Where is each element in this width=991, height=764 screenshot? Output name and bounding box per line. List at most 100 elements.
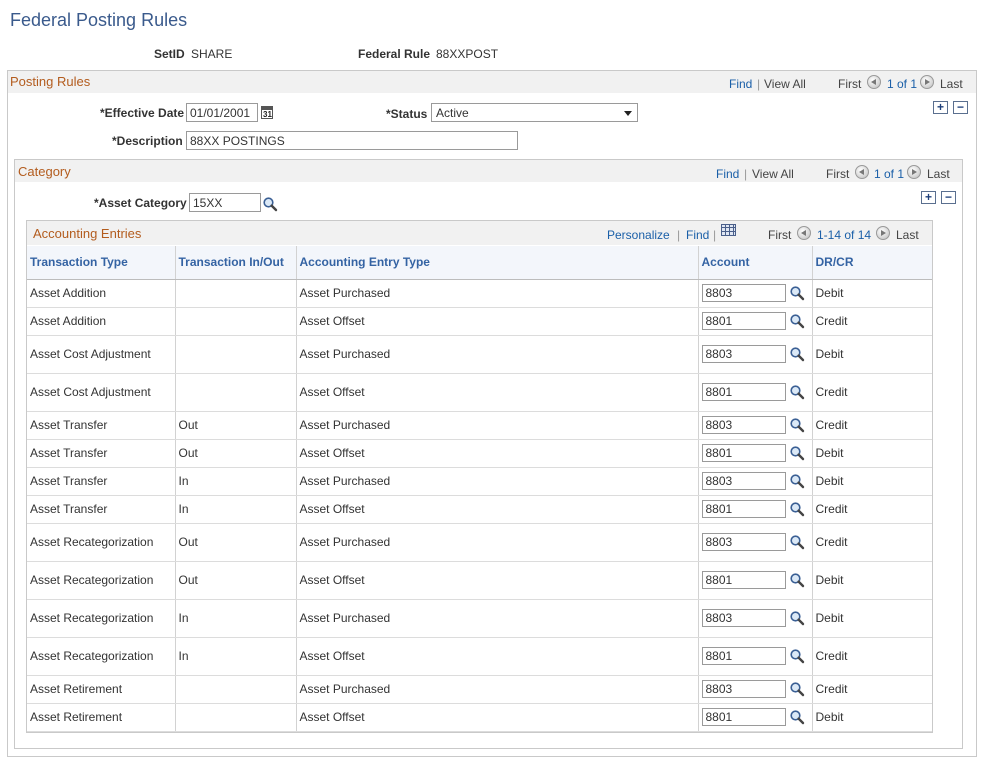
posting-rules-range: 1 of 1 bbox=[887, 77, 918, 91]
account-input[interactable] bbox=[701, 500, 786, 518]
transaction-in-out-cell: In bbox=[174, 637, 296, 676]
dr-cr-cell: Credit bbox=[811, 523, 932, 562]
account-cell bbox=[697, 307, 812, 336]
account-input[interactable] bbox=[701, 571, 786, 589]
dr-cr-cell: Credit bbox=[811, 373, 932, 412]
transaction-in-out-cell: In bbox=[174, 599, 296, 638]
accounting-entry-type-cell: Asset Offset bbox=[295, 495, 698, 524]
magnifier-icon[interactable] bbox=[789, 648, 805, 664]
magnifier-icon[interactable] bbox=[789, 681, 805, 697]
magnifier-icon[interactable] bbox=[789, 346, 805, 362]
column-header-dr-cr[interactable]: DR/CR bbox=[811, 246, 932, 280]
account-input[interactable] bbox=[701, 647, 786, 665]
column-header-account[interactable]: Account bbox=[697, 246, 812, 280]
transaction-type-cell: Asset Transfer bbox=[27, 495, 175, 524]
account-input[interactable] bbox=[701, 533, 786, 551]
accounting-entry-type-cell: Asset Purchased bbox=[295, 599, 698, 638]
account-cell bbox=[697, 279, 812, 308]
dr-cr-cell: Debit bbox=[811, 561, 932, 600]
magnifier-icon[interactable] bbox=[789, 501, 805, 517]
previous-arrow-icon[interactable] bbox=[867, 75, 881, 89]
account-input[interactable] bbox=[701, 609, 786, 627]
accounting-entry-type-cell: Asset Offset bbox=[295, 561, 698, 600]
account-input[interactable] bbox=[701, 312, 786, 330]
status-label: *Status bbox=[386, 107, 428, 121]
remove-row-button[interactable]: − bbox=[953, 101, 968, 114]
dr-cr-cell: Debit bbox=[811, 335, 932, 374]
accounting-entry-type-cell: Asset Purchased bbox=[295, 675, 698, 704]
asset-category-label: *Asset Category bbox=[94, 196, 187, 210]
status-select[interactable]: Active bbox=[431, 103, 638, 122]
description-label: *Description bbox=[112, 134, 183, 148]
accounting-entries-first-label: First bbox=[768, 228, 792, 242]
magnifier-icon[interactable] bbox=[789, 313, 805, 329]
transaction-in-out-cell: Out bbox=[174, 561, 296, 600]
add-category-button[interactable]: + bbox=[921, 191, 936, 204]
accounting-entry-type-cell: Asset Purchased bbox=[295, 411, 698, 440]
account-cell bbox=[697, 637, 812, 676]
column-header-transaction-type[interactable]: Transaction Type bbox=[27, 246, 175, 280]
asset-category-input[interactable] bbox=[189, 193, 261, 212]
next-arrow-icon[interactable] bbox=[920, 75, 934, 89]
table-row: Asset Retirement Asset Offset Debit bbox=[27, 703, 932, 732]
transaction-in-out-cell bbox=[174, 335, 296, 374]
magnifier-icon[interactable] bbox=[789, 610, 805, 626]
category-first-label: First bbox=[826, 167, 850, 181]
calendar-icon[interactable]: 31 bbox=[261, 106, 273, 119]
account-input[interactable] bbox=[701, 444, 786, 462]
add-row-button[interactable]: + bbox=[933, 101, 948, 114]
account-input[interactable] bbox=[701, 416, 786, 434]
transaction-type-cell: Asset Retirement bbox=[27, 703, 175, 732]
column-header-accounting-entry-type[interactable]: Accounting Entry Type bbox=[295, 246, 698, 280]
accounting-entries-title: Accounting Entries bbox=[33, 226, 142, 241]
magnifier-icon[interactable] bbox=[262, 196, 278, 212]
magnifier-icon[interactable] bbox=[789, 572, 805, 588]
previous-arrow-icon[interactable] bbox=[855, 165, 869, 179]
column-header-transaction-in-out[interactable]: Transaction In/Out bbox=[174, 246, 296, 280]
personalize-link[interactable]: Personalize bbox=[607, 228, 670, 242]
transaction-type-cell: Asset Retirement bbox=[27, 675, 175, 704]
magnifier-icon[interactable] bbox=[789, 445, 805, 461]
magnifier-icon[interactable] bbox=[789, 417, 805, 433]
transaction-type-cell: Asset Transfer bbox=[27, 411, 175, 440]
federal-rule-label: Federal Rule bbox=[358, 47, 431, 61]
account-input[interactable] bbox=[701, 284, 786, 302]
remove-category-button[interactable]: − bbox=[941, 191, 956, 204]
account-input[interactable] bbox=[701, 680, 786, 698]
magnifier-icon[interactable] bbox=[789, 709, 805, 725]
account-input[interactable] bbox=[701, 345, 786, 363]
account-cell bbox=[697, 703, 812, 732]
magnifier-icon[interactable] bbox=[789, 473, 805, 489]
account-cell bbox=[697, 599, 812, 638]
grid-icon[interactable] bbox=[721, 224, 736, 236]
accounting-entries-find-link[interactable]: Find bbox=[686, 228, 709, 242]
transaction-in-out-cell bbox=[174, 675, 296, 704]
account-input[interactable] bbox=[701, 472, 786, 490]
separator: | bbox=[677, 228, 681, 242]
table-row: Asset Addition Asset Offset Credit bbox=[27, 307, 932, 336]
category-view-all-link[interactable]: View All bbox=[752, 167, 794, 181]
chevron-down-icon bbox=[624, 111, 632, 116]
next-arrow-icon[interactable] bbox=[876, 226, 890, 240]
table-row: Asset Cost Adjustment Asset Purchased Debi… bbox=[27, 335, 932, 374]
effective-date-input[interactable] bbox=[186, 103, 258, 122]
next-arrow-icon[interactable] bbox=[907, 165, 921, 179]
account-input[interactable] bbox=[701, 708, 786, 726]
posting-rules-title: Posting Rules bbox=[10, 74, 91, 89]
account-input[interactable] bbox=[701, 383, 786, 401]
dr-cr-cell: Debit bbox=[811, 439, 932, 468]
account-cell bbox=[697, 411, 812, 440]
magnifier-icon[interactable] bbox=[789, 384, 805, 400]
accounting-entry-type-cell: Asset Purchased bbox=[295, 335, 698, 374]
category-find-link[interactable]: Find bbox=[716, 167, 739, 181]
magnifier-icon[interactable] bbox=[789, 534, 805, 550]
magnifier-icon[interactable] bbox=[789, 285, 805, 301]
transaction-type-cell: Asset Cost Adjustment bbox=[27, 335, 175, 374]
description-input[interactable] bbox=[186, 131, 518, 150]
account-cell bbox=[697, 373, 812, 412]
posting-rules-view-all-link[interactable]: View All bbox=[764, 77, 806, 91]
posting-rules-find-link[interactable]: Find bbox=[729, 77, 752, 91]
transaction-type-cell: Asset Transfer bbox=[27, 439, 175, 468]
previous-arrow-icon[interactable] bbox=[797, 226, 811, 240]
category-header bbox=[15, 160, 962, 182]
